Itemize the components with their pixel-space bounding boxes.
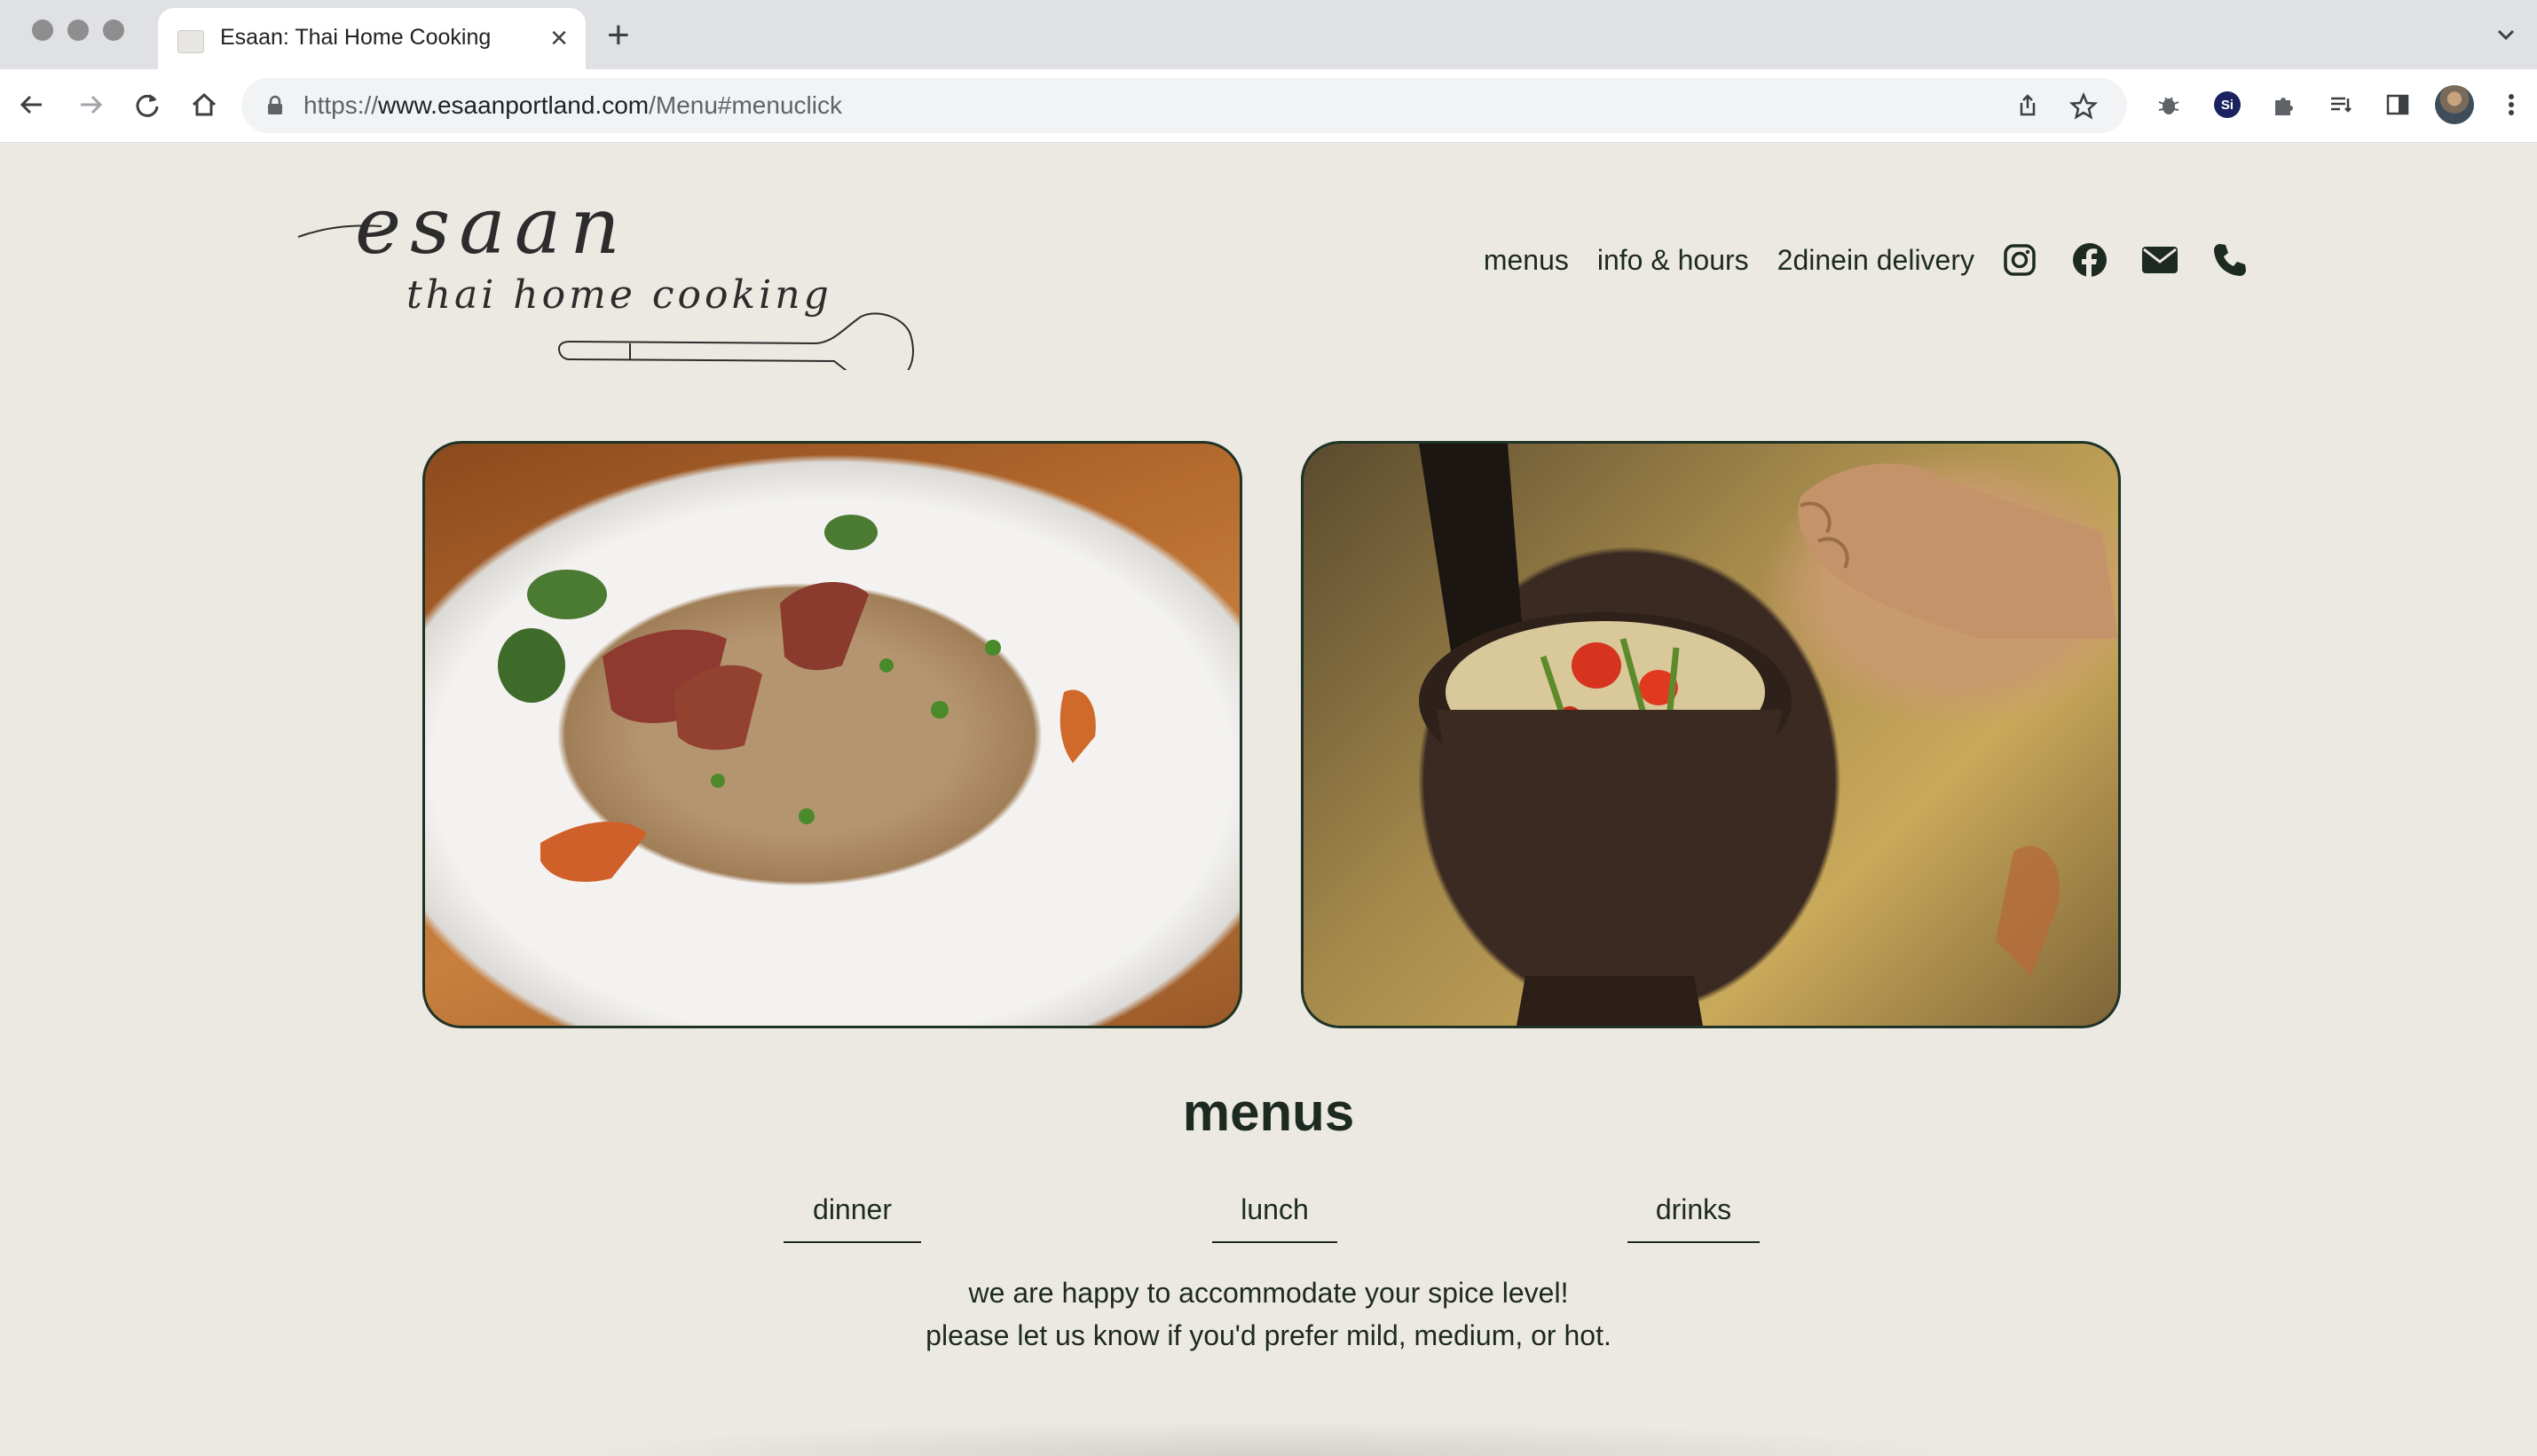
nav-info-hours[interactable]: info & hours xyxy=(1597,244,1749,277)
logo-wordmark: esaan xyxy=(355,180,629,272)
profile-avatar[interactable] xyxy=(2435,85,2474,124)
facebook-icon[interactable] xyxy=(2072,242,2108,278)
main-nav: menus info & hours 2dinein delivery xyxy=(1484,233,2248,287)
menu-tab-drinks[interactable]: drinks xyxy=(1627,1193,1760,1243)
reading-list-icon[interactable] xyxy=(2323,87,2359,122)
si-extension-icon[interactable]: Si xyxy=(2210,87,2245,122)
tab-favicon-icon xyxy=(177,30,204,53)
tab-search-chevron-icon[interactable] xyxy=(2493,21,2519,52)
url-path: /Menu#menuclick xyxy=(649,91,842,119)
new-tab-button[interactable]: + xyxy=(607,16,630,55)
window-minimize-button[interactable] xyxy=(67,20,89,41)
window-maximize-button[interactable] xyxy=(103,20,124,41)
browser-tab-bar: Esaan: Thai Home Cooking × + xyxy=(0,0,2537,69)
email-icon[interactable] xyxy=(2141,245,2179,275)
si-badge: Si xyxy=(2214,91,2241,118)
tab-close-icon[interactable]: × xyxy=(550,20,568,56)
menus-heading: menus xyxy=(1182,1082,1355,1142)
browser-tab-active[interactable]: Esaan: Thai Home Cooking × xyxy=(158,8,586,69)
browser-menu-kebab-icon[interactable] xyxy=(2494,87,2529,122)
address-bar[interactable]: https://www.esaanportland.com/Menu#menuc… xyxy=(241,78,2127,133)
photo-papaya-salad xyxy=(1301,441,2121,1028)
menu-tab-dinner[interactable]: dinner xyxy=(784,1193,921,1243)
url-text[interactable]: https://www.esaanportland.com/Menu#menuc… xyxy=(303,91,842,120)
forward-button[interactable] xyxy=(73,87,108,122)
photo-fried-rice xyxy=(422,441,1242,1028)
phone-icon[interactable] xyxy=(2212,242,2248,278)
url-host: www.esaanportland.com xyxy=(378,91,650,119)
window-close-button[interactable] xyxy=(32,20,53,41)
page-content: esaan thai home cooking menus info & hou… xyxy=(0,143,2537,1456)
menu-tab-lunch[interactable]: lunch xyxy=(1212,1193,1337,1243)
back-button[interactable] xyxy=(14,87,50,122)
extensions-puzzle-icon[interactable] xyxy=(2266,87,2302,122)
home-button[interactable] xyxy=(186,87,222,122)
spice-note-line-1: we are happy to accommodate your spice l… xyxy=(968,1277,1569,1309)
nav-menus[interactable]: menus xyxy=(1484,244,1569,277)
nav-2dinein-delivery[interactable]: 2dinein delivery xyxy=(1777,244,1974,277)
site-logo[interactable]: esaan thai home cooking xyxy=(293,175,923,385)
url-scheme: https:// xyxy=(303,91,379,119)
bookmark-star-icon[interactable] xyxy=(2068,91,2099,125)
share-icon[interactable] xyxy=(2014,92,2041,123)
reload-button[interactable] xyxy=(130,87,165,122)
menu-card-shadow xyxy=(568,1421,1970,1456)
logo-tagline: thai home cooking xyxy=(406,272,832,318)
bug-extension-icon[interactable] xyxy=(2151,87,2186,122)
lock-icon[interactable] xyxy=(266,95,284,121)
browser-toolbar: https://www.esaanportland.com/Menu#menuc… xyxy=(0,69,2537,143)
spice-note-line-2: please let us know if you'd prefer mild,… xyxy=(926,1319,1611,1351)
tab-title: Esaan: Thai Home Cooking xyxy=(220,25,492,50)
side-panel-icon[interactable] xyxy=(2380,87,2415,122)
instagram-icon[interactable] xyxy=(2003,243,2037,277)
